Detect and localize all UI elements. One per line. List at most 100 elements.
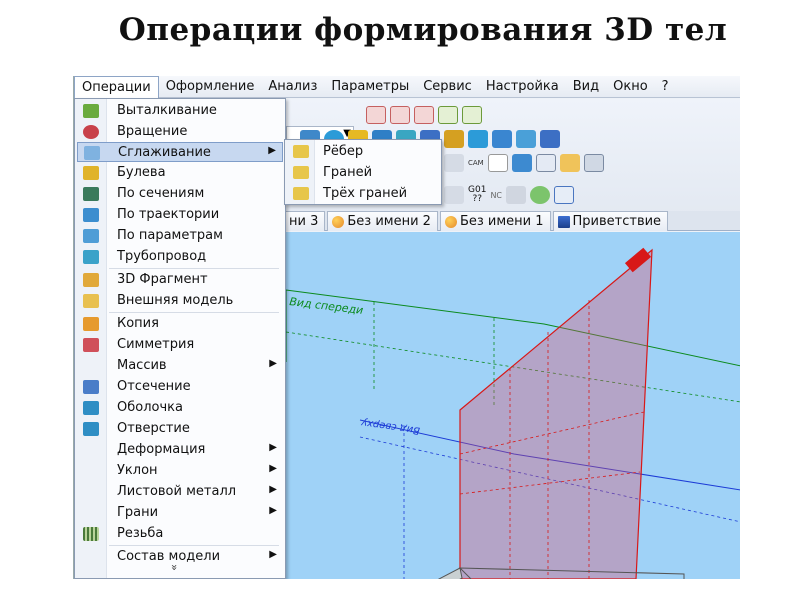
report-icon[interactable] bbox=[444, 186, 464, 204]
tab-label: Без имени 2 bbox=[347, 214, 431, 229]
menu-item-sheet-metal[interactable]: Листовой металл ▶ bbox=[77, 482, 283, 502]
surface-icon[interactable] bbox=[492, 130, 512, 148]
sketch-icon[interactable] bbox=[444, 154, 464, 172]
menu-operations[interactable]: Операции bbox=[74, 76, 159, 98]
mirror-icon bbox=[83, 338, 99, 352]
gcode-button[interactable]: G01?? bbox=[468, 186, 486, 204]
submenu-arrow-icon: ▶ bbox=[269, 463, 277, 474]
menu-item-pipe[interactable]: Трубопровод bbox=[77, 247, 283, 267]
tab-label: ни 3 bbox=[289, 214, 319, 229]
menu-item-label: Уклон bbox=[117, 463, 158, 478]
tab-document-1[interactable]: Без имени 1 bbox=[439, 211, 551, 231]
menu-item-boolean[interactable]: Булева bbox=[77, 163, 283, 183]
menu-item-external-model[interactable]: Внешняя модель bbox=[77, 291, 283, 311]
menu-item-shell[interactable]: Оболочка bbox=[77, 398, 283, 418]
boolean-icon bbox=[83, 166, 99, 180]
menu-item-cut[interactable]: Отсечение bbox=[77, 377, 283, 397]
library-icon[interactable] bbox=[554, 186, 575, 204]
menu-item-label: Грани bbox=[117, 505, 159, 520]
shell-icon[interactable] bbox=[468, 130, 488, 148]
menu-service[interactable]: Сервис bbox=[416, 76, 479, 98]
extrude-icon bbox=[83, 104, 99, 118]
window-icon[interactable] bbox=[535, 154, 556, 172]
view-icon[interactable] bbox=[414, 106, 434, 124]
gear-icon[interactable] bbox=[530, 186, 551, 204]
menu-help[interactable]: ? bbox=[655, 76, 676, 98]
view-icon[interactable] bbox=[390, 106, 410, 124]
menu-item-draft[interactable]: Уклон ▶ bbox=[77, 461, 283, 481]
menu-item-label: По параметрам bbox=[117, 228, 223, 243]
menu-analysis[interactable]: Анализ bbox=[261, 76, 324, 98]
menu-separator bbox=[109, 312, 279, 313]
menu-item-label: Отверстие bbox=[117, 421, 190, 436]
parametric-icon bbox=[83, 229, 99, 243]
three-faces-icon bbox=[293, 187, 309, 200]
menu-item-3d-fragment[interactable]: 3D Фрагмент bbox=[77, 270, 283, 290]
menu-settings[interactable]: Настройка bbox=[479, 76, 566, 98]
menu-item-label: Состав модели bbox=[117, 549, 221, 564]
menu-parameters[interactable]: Параметры bbox=[324, 76, 416, 98]
tab-document-2[interactable]: Без имени 2 bbox=[327, 211, 438, 231]
menu-item-label: Копия bbox=[117, 316, 159, 331]
menu-item-label: 3D Фрагмент bbox=[117, 272, 208, 287]
submenu-item-three-faces[interactable]: Трёх граней bbox=[287, 184, 439, 204]
nc-label: NC bbox=[490, 190, 503, 200]
menu-item-parametric[interactable]: По параметрам bbox=[77, 226, 283, 246]
view-icon[interactable] bbox=[462, 106, 482, 124]
menu-bar: Операции Оформление Анализ Параметры Сер… bbox=[74, 76, 740, 98]
plot-icon[interactable] bbox=[506, 186, 527, 204]
thread-icon bbox=[83, 527, 99, 541]
menu-item-label: Отсечение bbox=[117, 379, 191, 394]
menu-item-label: Вращение bbox=[117, 124, 188, 139]
menu-item-faces[interactable]: Грани ▶ bbox=[77, 503, 283, 523]
side-plane bbox=[459, 248, 653, 579]
view-icon[interactable] bbox=[366, 106, 386, 124]
menu-separator bbox=[109, 545, 279, 546]
folder-icon[interactable] bbox=[559, 154, 580, 172]
submenu-item-faces[interactable]: Граней bbox=[287, 163, 439, 183]
menu-item-label: Симметрия bbox=[117, 337, 195, 352]
menu-item-rotate[interactable]: Вращение bbox=[77, 122, 283, 142]
copy-icon bbox=[83, 317, 99, 331]
edges-icon bbox=[293, 145, 309, 158]
top-plane-label: Вид сверху bbox=[359, 417, 420, 436]
tab-label: Без имени 1 bbox=[459, 214, 544, 229]
view-icon[interactable] bbox=[438, 106, 458, 124]
tab-document-3[interactable]: ни 3 bbox=[284, 211, 326, 231]
array-icon[interactable] bbox=[444, 130, 464, 148]
box-icon[interactable] bbox=[511, 154, 532, 172]
menu-item-mirror[interactable]: Симметрия bbox=[77, 335, 283, 355]
save-icon[interactable] bbox=[583, 154, 604, 172]
menu-item-loft[interactable]: По сечениям bbox=[77, 184, 283, 204]
menu-item-hole[interactable]: Отверстие bbox=[77, 419, 283, 439]
menu-item-smoothing[interactable]: Сглаживание ▶ bbox=[77, 142, 283, 162]
menu-item-copy[interactable]: Копия bbox=[77, 314, 283, 334]
submenu-arrow-icon: ▶ bbox=[269, 505, 277, 516]
submenu-arrow-icon: ▶ bbox=[269, 442, 277, 453]
gcode-sub: ?? bbox=[472, 194, 482, 204]
document-icon[interactable] bbox=[487, 154, 508, 172]
submenu-item-edges[interactable]: Рёбер bbox=[287, 142, 439, 162]
fragment-icon bbox=[83, 273, 99, 287]
menu-window[interactable]: Окно bbox=[606, 76, 655, 98]
menu-item-deformation[interactable]: Деформация ▶ bbox=[77, 440, 283, 460]
slide: Операции формирования 3D тел Операции Оф… bbox=[0, 0, 800, 600]
toolbar-row-3: CAM bbox=[444, 151, 604, 175]
menu-item-thread[interactable]: Резьба bbox=[77, 524, 283, 544]
tab-label: Приветствие bbox=[572, 214, 662, 229]
menu-item-label: Резьба bbox=[117, 526, 164, 541]
menu-item-sweep[interactable]: По траектории bbox=[77, 205, 283, 225]
expand-menu-icon[interactable]: » bbox=[168, 564, 181, 571]
menu-design[interactable]: Оформление bbox=[159, 76, 262, 98]
submenu-arrow-icon: ▶ bbox=[269, 358, 277, 369]
menu-item-extrude[interactable]: Выталкивание bbox=[77, 101, 283, 121]
curve-icon[interactable] bbox=[516, 130, 536, 148]
hole-icon bbox=[83, 422, 99, 436]
menu-item-label: По сечениям bbox=[117, 186, 205, 201]
menu-item-array[interactable]: Массив ▶ bbox=[77, 356, 283, 376]
tab-welcome[interactable]: Приветствие bbox=[552, 211, 669, 231]
cube-icon[interactable] bbox=[540, 130, 560, 148]
toolbar-row-1 bbox=[366, 103, 482, 127]
menu-item-label: Выталкивание bbox=[117, 103, 217, 118]
menu-view[interactable]: Вид bbox=[566, 76, 606, 98]
